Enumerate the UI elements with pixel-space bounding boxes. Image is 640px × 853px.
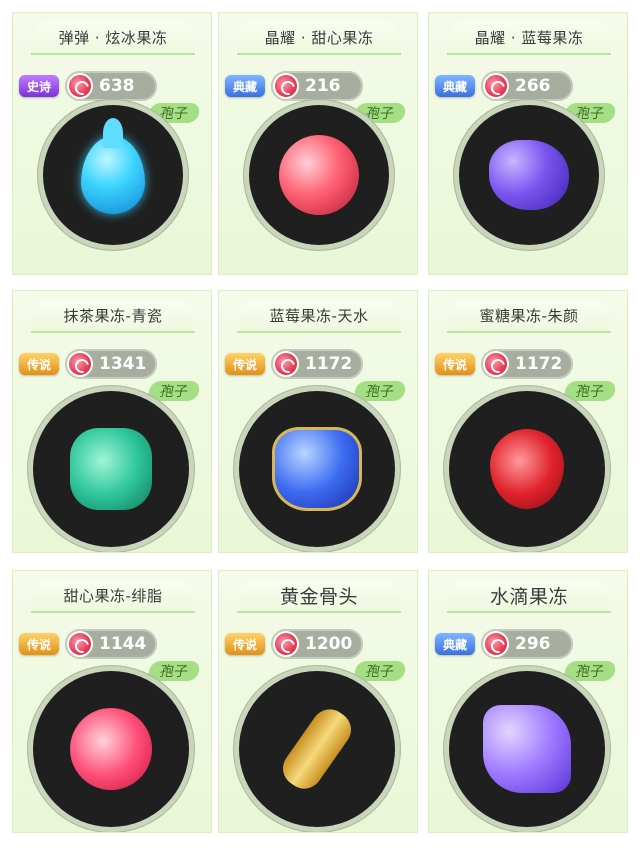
price-value: 1341 — [99, 354, 147, 374]
title-tab: 甜心果冻-绯脂 — [31, 579, 195, 613]
price-value: 638 — [99, 76, 135, 96]
price-pill: 1144 — [65, 629, 157, 659]
title-tab: 蓝莓果冻-天水 — [237, 299, 401, 333]
item-title: 水滴果冻 — [489, 586, 568, 608]
item-preview-ring — [249, 105, 389, 245]
candy-currency-icon — [67, 351, 93, 377]
item-title: 甜心果冻-绯脂 — [63, 587, 163, 605]
spore-tag: 孢子 — [353, 661, 407, 681]
title-tab: 蜜糖果冻-朱颜 — [447, 299, 611, 333]
item-card[interactable]: 蓝莓果冻-天水 传说 1172 孢子 — [218, 290, 418, 553]
item-title: 黄金骨头 — [279, 586, 358, 608]
item-preview-ring — [43, 105, 183, 245]
price-pill: 216 — [271, 71, 363, 101]
price-pill: 638 — [65, 71, 157, 101]
item-grid: 弹弹 · 炫冰果冻 史诗 638 孢子 晶耀 · 甜心果冻 典藏 216 孢子 … — [0, 0, 640, 853]
title-tab: 晶耀 · 甜心果冻 — [237, 21, 401, 55]
rarity-badge: 传说 — [225, 633, 265, 655]
candy-currency-icon — [273, 351, 299, 377]
rarity-badge: 传说 — [19, 353, 59, 375]
candy-currency-icon — [483, 73, 509, 99]
price-pill: 1341 — [65, 349, 157, 379]
rarity-badge: 传说 — [19, 633, 59, 655]
water-drop-jelly-icon — [483, 705, 571, 793]
blueberry-jelly-tianshui-icon — [272, 427, 362, 511]
item-preview-ring — [449, 391, 605, 547]
price-pill: 266 — [481, 71, 573, 101]
rarity-badge: 典藏 — [435, 633, 475, 655]
item-title: 晶耀 · 甜心果冻 — [264, 29, 374, 47]
item-preview-ring — [449, 671, 605, 827]
golden-bone-icon — [275, 702, 359, 796]
item-card[interactable]: 蜜糖果冻-朱颜 传说 1172 孢子 — [428, 290, 628, 553]
candy-currency-icon — [273, 73, 299, 99]
price-value: 1172 — [305, 354, 353, 374]
item-card[interactable]: 水滴果冻 典藏 296 孢子 — [428, 570, 628, 833]
price-pill: 1172 — [271, 349, 363, 379]
rarity-badge: 典藏 — [435, 75, 475, 97]
price-pill: 296 — [481, 629, 573, 659]
title-tab: 抹茶果冻-青瓷 — [31, 299, 195, 333]
title-tab: 黄金骨头 — [237, 579, 401, 613]
item-card[interactable]: 晶耀 · 蓝莓果冻 典藏 266 孢子 — [428, 12, 628, 275]
price-value: 266 — [515, 76, 551, 96]
ice-jelly-icon — [81, 136, 145, 214]
item-preview-ring — [459, 105, 599, 245]
item-card[interactable]: 晶耀 · 甜心果冻 典藏 216 孢子 — [218, 12, 418, 275]
item-card[interactable]: 黄金骨头 传说 1200 孢子 — [218, 570, 418, 833]
price-value: 1172 — [515, 354, 563, 374]
title-tab: 弹弹 · 炫冰果冻 — [31, 21, 195, 55]
item-title: 蓝莓果冻-天水 — [269, 307, 369, 325]
spore-tag: 孢子 — [147, 661, 201, 681]
item-card[interactable]: 甜心果冻-绯脂 传说 1144 孢子 — [12, 570, 212, 833]
rarity-badge: 史诗 — [19, 75, 59, 97]
matcha-jelly-icon — [70, 428, 152, 510]
price-value: 1200 — [305, 634, 353, 654]
title-tab: 晶耀 · 蓝莓果冻 — [447, 21, 611, 55]
spore-tag: 孢子 — [147, 381, 201, 401]
item-preview-ring — [239, 671, 395, 827]
item-card[interactable]: 抹茶果冻-青瓷 传说 1341 孢子 — [12, 290, 212, 553]
item-title: 晶耀 · 蓝莓果冻 — [474, 29, 584, 47]
blueberry-jelly-icon — [489, 140, 569, 210]
rarity-badge: 典藏 — [225, 75, 265, 97]
item-card[interactable]: 弹弹 · 炫冰果冻 史诗 638 孢子 — [12, 12, 212, 275]
item-title: 弹弹 · 炫冰果冻 — [58, 29, 168, 47]
item-preview-ring — [33, 671, 189, 827]
candy-currency-icon — [67, 73, 93, 99]
rarity-badge: 传说 — [435, 353, 475, 375]
item-title: 抹茶果冻-青瓷 — [63, 307, 163, 325]
price-value: 216 — [305, 76, 341, 96]
item-preview-ring — [239, 391, 395, 547]
title-tab: 水滴果冻 — [447, 579, 611, 613]
price-value: 1144 — [99, 634, 147, 654]
sweetheart-jelly-icon — [279, 135, 359, 215]
rarity-badge: 传说 — [225, 353, 265, 375]
spore-tag: 孢子 — [563, 381, 617, 401]
candy-currency-icon — [273, 631, 299, 657]
item-title: 蜜糖果冻-朱颜 — [479, 307, 579, 325]
candy-currency-icon — [483, 631, 509, 657]
honey-jelly-icon — [490, 429, 564, 509]
sweetheart-jelly-feizhi-icon — [70, 708, 152, 790]
candy-currency-icon — [67, 631, 93, 657]
price-pill: 1200 — [271, 629, 363, 659]
price-value: 296 — [515, 634, 551, 654]
item-preview-ring — [33, 391, 189, 547]
spore-tag: 孢子 — [353, 381, 407, 401]
price-pill: 1172 — [481, 349, 573, 379]
candy-currency-icon — [483, 351, 509, 377]
spore-tag: 孢子 — [563, 661, 617, 681]
